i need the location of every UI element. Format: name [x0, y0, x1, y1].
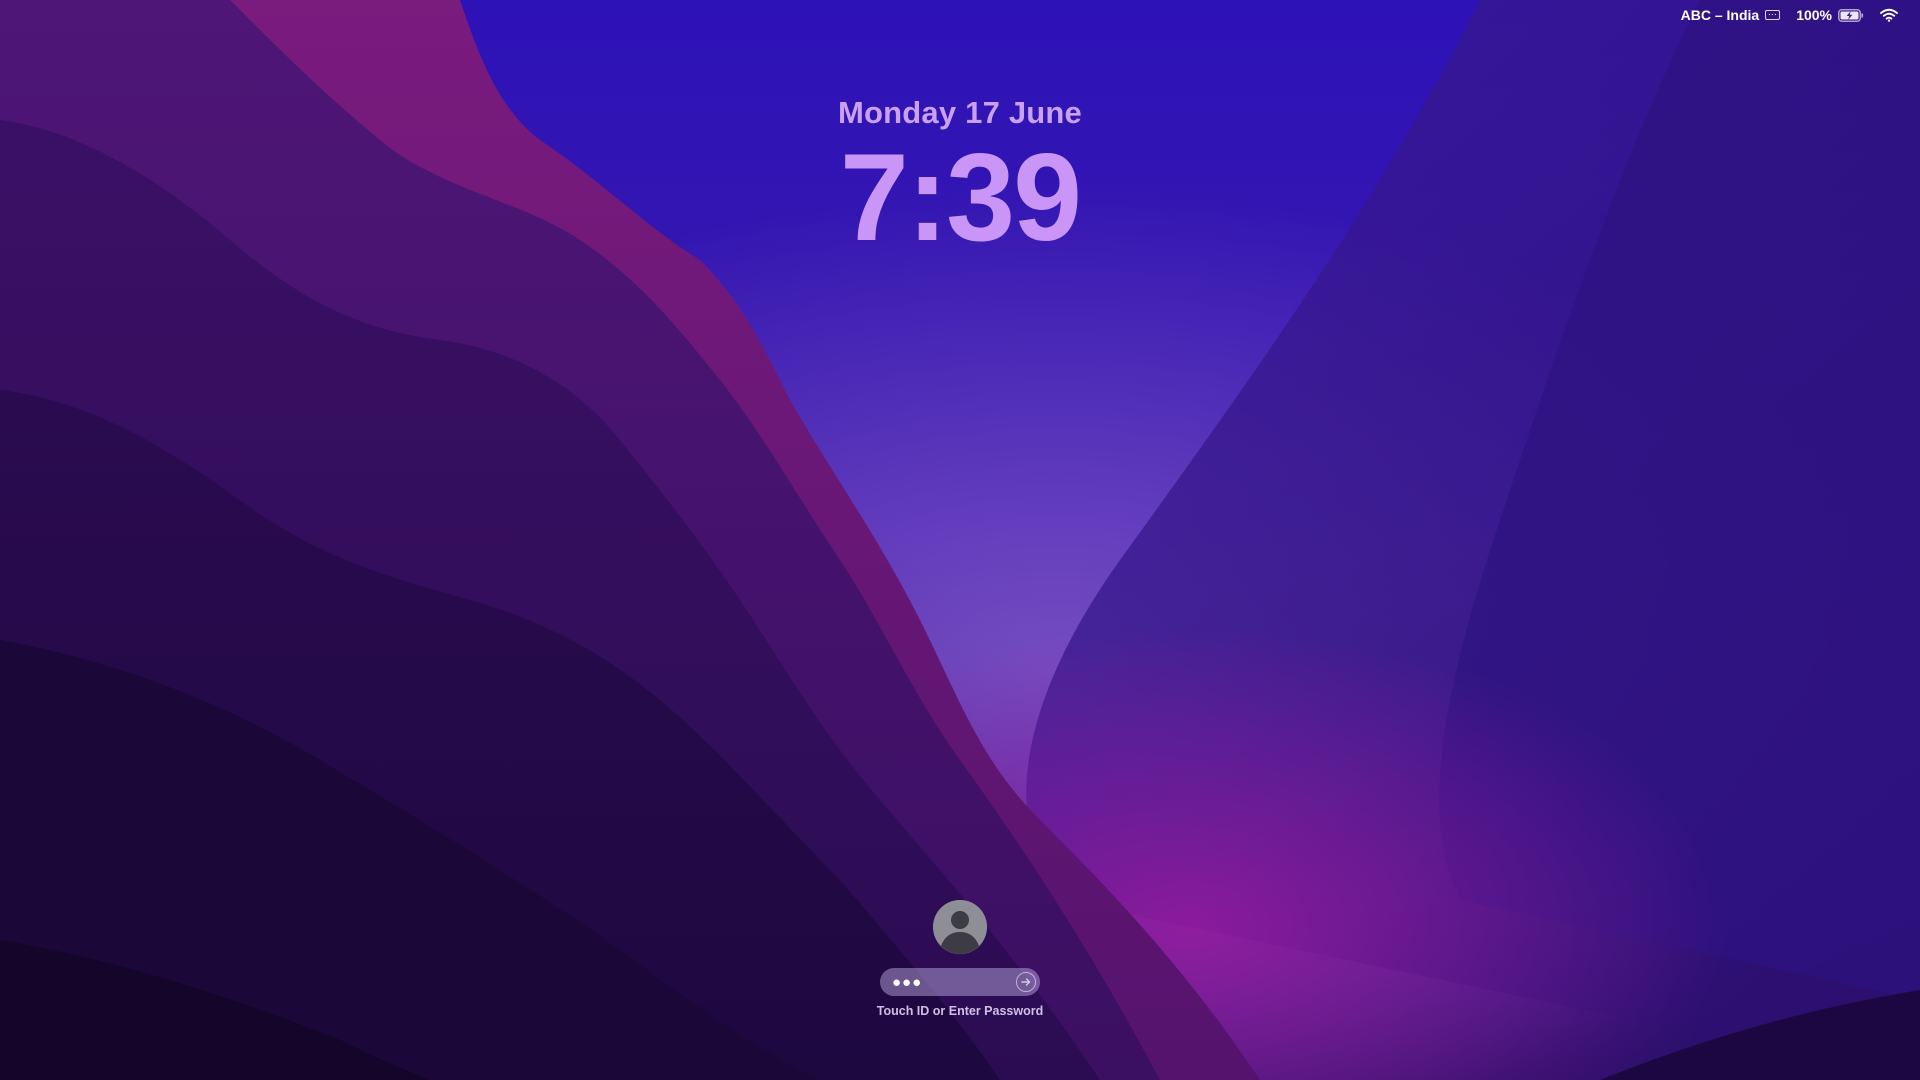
user-avatar-icon[interactable] — [933, 900, 987, 954]
arrow-right-circle-icon — [1021, 978, 1031, 986]
input-source-menu[interactable]: ABC – India — [1681, 7, 1781, 23]
battery-charging-icon — [1838, 8, 1864, 22]
lock-screen: ABC – India 100% Monday 17 June 7:39 ●●●… — [0, 0, 1920, 1080]
password-field[interactable]: ●●● — [880, 968, 1040, 996]
password-dots: ●●● — [892, 973, 923, 991]
wifi-icon — [1880, 8, 1898, 22]
lock-screen-time: 7:39 — [839, 129, 1082, 267]
battery-percent: 100% — [1796, 7, 1832, 23]
battery-menu[interactable]: 100% — [1796, 7, 1864, 23]
login-panel: ●●● Touch ID or Enter Password — [0, 900, 1920, 1018]
keyboard-icon — [1765, 10, 1781, 20]
submit-password-button[interactable] — [1016, 972, 1036, 992]
password-hint: Touch ID or Enter Password — [876, 1004, 1044, 1018]
lock-screen-date: Monday 17 June — [838, 95, 1082, 130]
wifi-menu[interactable] — [1880, 8, 1898, 22]
input-source-label: ABC – India — [1680, 7, 1760, 23]
menu-bar-status: ABC – India 100% — [1681, 0, 1920, 30]
